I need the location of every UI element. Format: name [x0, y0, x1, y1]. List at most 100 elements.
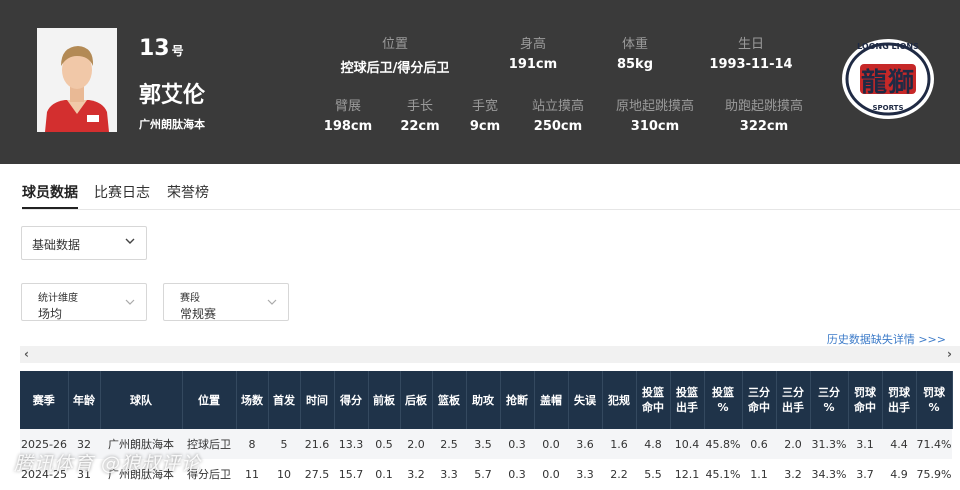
- table-cell: 0.5: [368, 429, 400, 459]
- chevron-down-icon: [124, 235, 136, 250]
- column-header: 三分 命中: [742, 371, 777, 429]
- table-cell: 0.0: [534, 429, 568, 459]
- column-header: 球队: [100, 371, 183, 429]
- table-header-row: 赛季 年龄 球队 位置 场数 首发 时间 得分 前板 后板 篮板 助攻 抢断 盖帽 失误 犯规 投篮 命中 投篮 …: [20, 371, 953, 429]
- tab-player-data[interactable]: 球员数据: [22, 182, 78, 202]
- table-cell: 45.1%: [704, 459, 742, 489]
- stat-weight: 体重 85kg: [616, 37, 654, 72]
- table-cell: 2.0: [776, 429, 810, 459]
- column-header: 罚球 %: [916, 371, 953, 429]
- table-cell: 10: [268, 459, 300, 489]
- stat-standing-reach: 站立摸高 250cm: [531, 99, 584, 134]
- column-header: 助攻: [466, 371, 501, 429]
- tabs-divider: [22, 209, 960, 210]
- player-name: 郭艾伦: [139, 83, 206, 108]
- season-type-select[interactable]: 赛段 常规赛: [163, 283, 289, 321]
- watermark-text: 腾讯体育 @狼叔评论: [14, 453, 202, 475]
- loong-lions-logo-icon: LOONG LIONS 龍獅 SPORTS: [838, 36, 938, 122]
- column-header: 投篮 命中: [636, 371, 671, 429]
- logo-bottom-text: SPORTS: [872, 104, 904, 112]
- table-cell: 2.2: [602, 459, 636, 489]
- table-cell: 4.4: [882, 429, 916, 459]
- table-cell: 4.9: [882, 459, 916, 489]
- table-cell: 15.7: [334, 459, 368, 489]
- column-header: 三分 出手: [776, 371, 811, 429]
- stat-birthday: 生日 1993-11-14: [709, 37, 793, 72]
- column-header: 首发: [268, 371, 301, 429]
- column-header: 投篮 %: [704, 371, 743, 429]
- column-header: 投篮 出手: [670, 371, 705, 429]
- chevron-down-icon: [124, 296, 136, 311]
- table-cell: 4.8: [636, 429, 670, 459]
- table-cell: 3.6: [568, 429, 602, 459]
- table-cell: 0.6: [742, 429, 776, 459]
- table-cell: 3.5: [466, 429, 500, 459]
- stat-height: 身高 191cm: [508, 37, 558, 72]
- chevron-down-icon: [266, 296, 278, 311]
- table-cell: 5: [268, 429, 300, 459]
- stat-dimension-select[interactable]: 统计维度 场均: [21, 283, 147, 321]
- logo-main-text: 龍獅: [860, 68, 915, 98]
- horizontal-scrollbar[interactable]: ‹ ›: [20, 346, 960, 363]
- data-type-select[interactable]: 基础数据: [21, 226, 147, 260]
- column-header: 年龄: [68, 371, 101, 429]
- table-cell: 3.3: [432, 459, 466, 489]
- column-header: 罚球 命中: [848, 371, 883, 429]
- tab-game-log[interactable]: 比赛日志: [94, 182, 150, 202]
- column-header: 罚球 出手: [882, 371, 917, 429]
- table-cell: 3.2: [776, 459, 810, 489]
- jersey-number: 13 号: [139, 36, 184, 61]
- column-header: 赛季: [20, 371, 69, 429]
- player-header: 13 号 郭艾伦 广州朗肽海本 位置 控球后卫/得分后卫 身高 191cm 体重 85k…: [0, 0, 960, 164]
- player-team: 广州朗肽海本: [139, 118, 205, 131]
- table-cell: 2.5: [432, 429, 466, 459]
- table-cell: 1.1: [742, 459, 776, 489]
- column-header: 得分: [334, 371, 369, 429]
- column-header: 前板: [368, 371, 401, 429]
- logo-top-text: LOONG LIONS: [857, 42, 919, 51]
- column-header: 场数: [236, 371, 269, 429]
- table-cell: 0.3: [500, 429, 534, 459]
- stat-running-jump-reach: 助跑起跳摸高 322cm: [724, 99, 803, 134]
- table-cell: 3.1: [848, 429, 882, 459]
- season-type-value: 常规赛: [180, 307, 217, 321]
- column-header: 失误: [568, 371, 603, 429]
- column-header: 抢断: [500, 371, 535, 429]
- column-header: 时间: [300, 371, 335, 429]
- tab-honors[interactable]: 荣誉榜: [167, 182, 209, 202]
- column-header: 后板: [400, 371, 433, 429]
- table-cell: 5.5: [636, 459, 670, 489]
- table-cell: 0.1: [368, 459, 400, 489]
- table-cell: 8: [236, 429, 268, 459]
- stat-standing-jump-reach: 原地起跳摸高 310cm: [615, 99, 694, 134]
- table-cell: 3.3: [568, 459, 602, 489]
- table-cell: 71.4%: [916, 429, 952, 459]
- table-cell: 3.2: [400, 459, 432, 489]
- table-cell: 2.0: [400, 429, 432, 459]
- stat-dimension-label: 统计维度: [38, 293, 78, 304]
- column-header: 犯规: [602, 371, 637, 429]
- history-missing-link[interactable]: 历史数据缺失详情 >>>: [827, 331, 946, 347]
- table-cell: 1.6: [602, 429, 636, 459]
- table-cell: 45.8%: [704, 429, 742, 459]
- table-cell: 11: [236, 459, 268, 489]
- column-header: 位置: [182, 371, 237, 429]
- data-type-value: 基础数据: [32, 238, 81, 252]
- table-cell: 34.3%: [810, 459, 848, 489]
- table-cell: 27.5: [300, 459, 334, 489]
- table-cell: 0.0: [534, 459, 568, 489]
- table-cell: 75.9%: [916, 459, 952, 489]
- column-header: 篮板: [432, 371, 467, 429]
- table-cell: 21.6: [300, 429, 334, 459]
- season-type-label: 赛段: [180, 293, 200, 304]
- table-cell: 5.7: [466, 459, 500, 489]
- column-header: 盖帽: [534, 371, 569, 429]
- stat-position: 位置 控球后卫/得分后卫: [340, 37, 450, 76]
- scroll-right-arrow-icon[interactable]: ›: [947, 347, 952, 361]
- table-cell: 3.7: [848, 459, 882, 489]
- table-cell: 10.4: [670, 429, 704, 459]
- stat-dimension-value: 场均: [38, 307, 63, 321]
- player-photo: [37, 28, 117, 132]
- scroll-left-arrow-icon[interactable]: ‹: [24, 347, 29, 361]
- table-cell: 0.3: [500, 459, 534, 489]
